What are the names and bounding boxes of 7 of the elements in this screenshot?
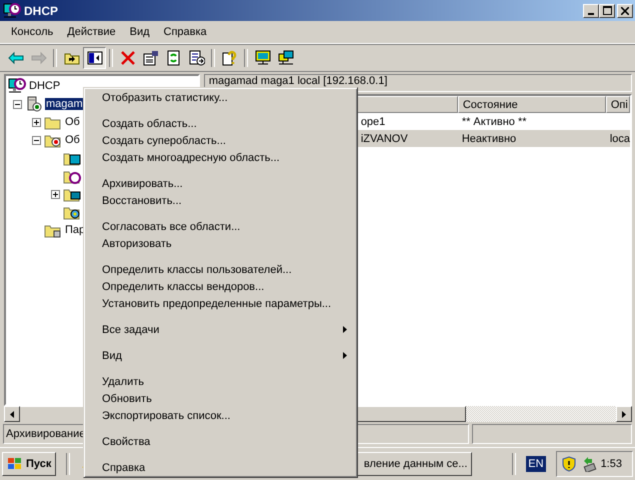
window-title: DHCP <box>24 4 58 18</box>
table-cell-text: ope1 <box>360 116 386 128</box>
table-cell-text: ** Активно ** <box>460 116 528 128</box>
header-text: magamad maga1 local [192.168.0.1] <box>208 75 388 87</box>
table-cell-text: Неактивно <box>460 132 518 144</box>
table-cell-text: loca <box>608 132 630 144</box>
clock: 1:53 <box>600 458 623 470</box>
